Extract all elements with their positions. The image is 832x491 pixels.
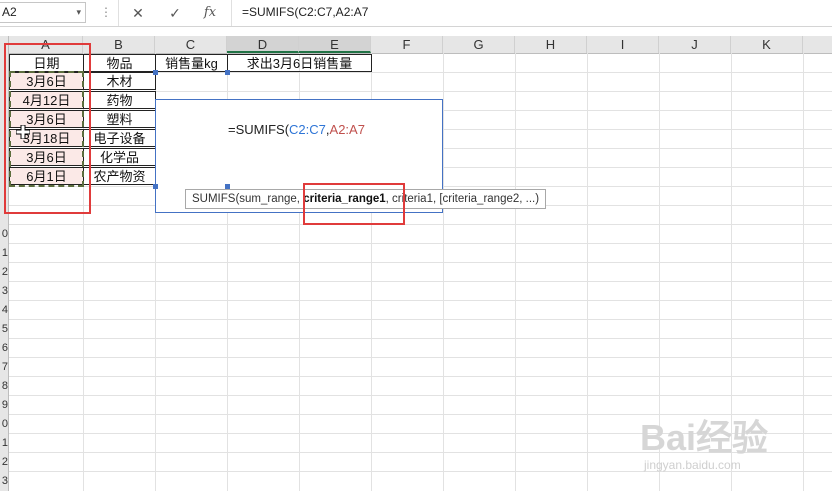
gridline <box>9 281 832 282</box>
gridline <box>587 53 588 491</box>
confirm-button[interactable]: ✓ <box>164 4 186 22</box>
baidu-watermark: Bai经验 jingyan.baidu.com <box>640 418 830 488</box>
column-header-c[interactable]: C <box>155 36 227 53</box>
cross-cursor-icon <box>16 125 30 139</box>
gridline <box>9 414 832 415</box>
column-header-g[interactable]: G <box>443 36 515 53</box>
watermark-brand: Bai经验 <box>640 417 769 458</box>
range-handle[interactable] <box>225 70 230 75</box>
row-number[interactable]: 6 <box>0 339 8 357</box>
gridline <box>515 53 516 491</box>
gridline <box>9 262 832 263</box>
gridline <box>9 395 832 396</box>
gridline <box>9 300 832 301</box>
cell-b7[interactable]: 农产物资 <box>83 167 156 185</box>
row-number[interactable]: 1 <box>0 434 8 452</box>
row-number[interactable]: 9 <box>0 396 8 414</box>
name-box[interactable]: A2 ▾ <box>0 2 86 23</box>
column-header-i[interactable]: I <box>587 36 659 53</box>
row-number[interactable]: 8 <box>0 377 8 395</box>
row-number[interactable]: 0 <box>0 415 8 433</box>
highlight-box-current-argument <box>303 183 405 225</box>
gridline <box>9 376 832 377</box>
column-header-h[interactable]: H <box>515 36 587 53</box>
row-number[interactable]: 5 <box>0 320 8 338</box>
row-number[interactable]: 1 <box>0 244 8 262</box>
range-handle[interactable] <box>153 184 158 189</box>
column-headers: A B C D E F G H I J K <box>0 36 832 54</box>
insert-function-button[interactable]: fx <box>199 4 221 22</box>
gridline <box>9 224 832 225</box>
cell-b3[interactable]: 药物 <box>83 91 156 109</box>
gridline <box>9 319 832 320</box>
gridline <box>9 338 832 339</box>
watermark-url: jingyan.baidu.com <box>644 458 741 472</box>
range-handle[interactable] <box>153 70 158 75</box>
gridline <box>9 357 832 358</box>
cancel-button[interactable]: ✕ <box>127 4 149 22</box>
spreadsheet-grid[interactable]: A B C D E F G H I J K 0 1 2 3 4 5 6 7 8 … <box>0 26 832 491</box>
column-header-k[interactable]: K <box>731 36 803 53</box>
row-number[interactable]: 4 <box>0 301 8 319</box>
chevron-down-icon[interactable]: ▾ <box>76 3 81 22</box>
row-number[interactable]: 7 <box>0 358 8 376</box>
tooltip-function[interactable]: SUMIFS(sum_range, <box>192 193 303 205</box>
column-header-d[interactable]: D <box>227 36 299 53</box>
row-number[interactable]: 2 <box>0 453 8 471</box>
row-number[interactable]: 3 <box>0 282 8 300</box>
column-header-b[interactable]: B <box>83 36 155 53</box>
cell-d1-merged[interactable]: 求出3月6日销售量 <box>227 54 372 72</box>
column-header-e[interactable]: E <box>299 36 371 53</box>
formula-prefix: =SUMIFS( <box>228 122 290 137</box>
gridline <box>443 53 444 491</box>
formula-bar: A2 ▾ ⋮ ✕ ✓ fx =SUMIFS(C2:C7,A2:A7 <box>0 0 832 27</box>
gridline <box>9 243 832 244</box>
cell-c1[interactable]: 销售量kg <box>155 54 228 72</box>
tooltip-remaining-args[interactable]: , criteria1, [criteria_range2, ...) <box>386 193 539 205</box>
cell-b5[interactable]: 电子设备 <box>83 129 156 147</box>
formula-controls: ✕ ✓ fx <box>118 0 232 26</box>
name-box-value: A2 <box>2 5 17 19</box>
cell-b6[interactable]: 化学品 <box>83 148 156 166</box>
row-number[interactable]: 0 <box>0 225 8 243</box>
cell-b4[interactable]: 塑料 <box>83 110 156 128</box>
row-number[interactable]: 2 <box>0 263 8 281</box>
row-number[interactable]: 3 <box>0 472 8 490</box>
formula-ref-a2-a7: A2:A7 <box>329 122 365 137</box>
cell-b1[interactable]: 物品 <box>83 54 156 72</box>
in-cell-formula[interactable]: =SUMIFS(C2:C7,A2:A7 <box>228 122 365 137</box>
more-options-icon[interactable]: ⋮ <box>100 6 112 18</box>
formula-input[interactable]: =SUMIFS(C2:C7,A2:A7 <box>232 2 832 23</box>
cell-b2[interactable]: 木材 <box>83 72 156 90</box>
column-header-j[interactable]: J <box>659 36 731 53</box>
formula-ref-c2-c7: C2:C7 <box>289 122 326 137</box>
column-header-f[interactable]: F <box>371 36 443 53</box>
